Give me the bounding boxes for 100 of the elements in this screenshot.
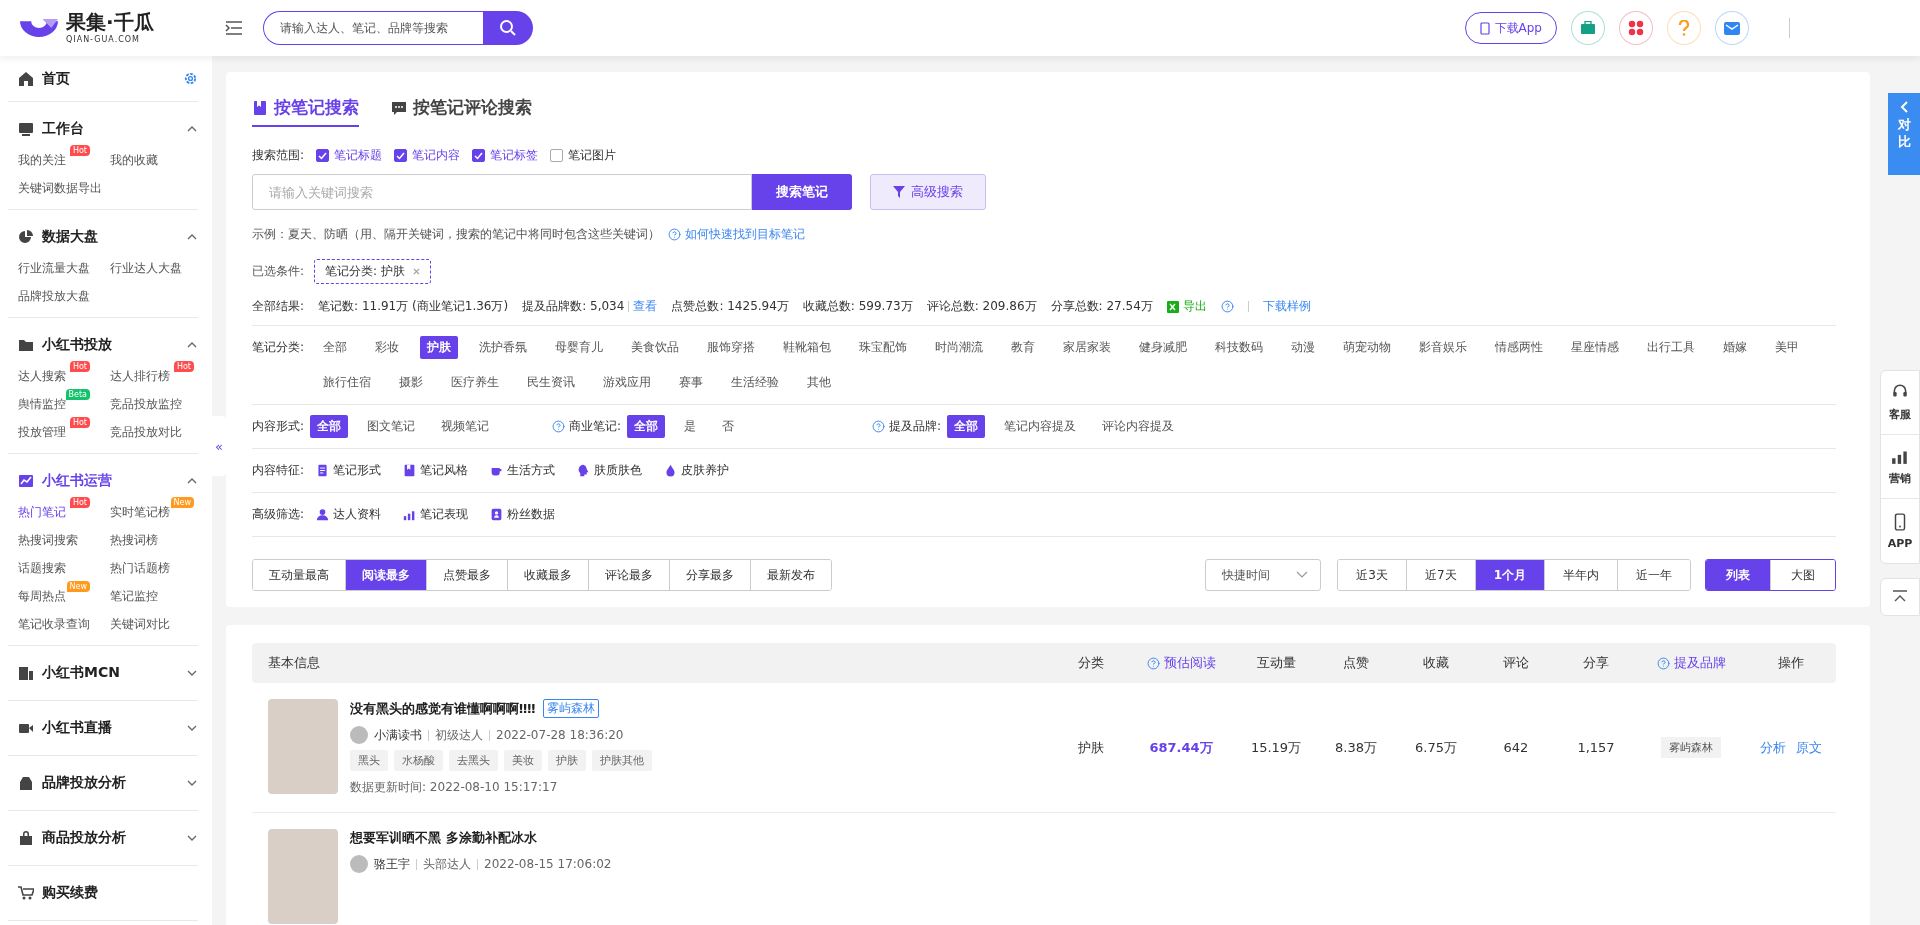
menu-item[interactable]: 笔记收录查询 [18, 616, 90, 633]
menu-icon[interactable] [225, 20, 243, 36]
note-title[interactable]: 想要军训晒不黑 多涂勤补配冰水 [350, 829, 537, 847]
filter-option[interactable]: 全部 [310, 415, 349, 438]
search-button[interactable] [483, 11, 533, 45]
search-notes-button[interactable]: 搜索笔记 [752, 174, 852, 210]
category-option[interactable]: 婚嫁 [1716, 336, 1755, 359]
category-option[interactable]: 摄影 [392, 371, 431, 394]
collapse-button[interactable]: « [212, 416, 226, 476]
category-option[interactable]: 生活经验 [724, 371, 787, 394]
category-option[interactable]: 民生资讯 [520, 371, 583, 394]
menu-item[interactable]: 热门话题榜 [110, 560, 170, 577]
filter-option[interactable]: 全部 [947, 415, 986, 438]
feature-filter[interactable]: 皮肤养护 [658, 461, 736, 480]
menu-section-title[interactable]: 商品投放分析 [42, 829, 126, 847]
search-tab[interactable]: 按笔记评论搜索 [391, 90, 532, 127]
filter-option[interactable]: 否 [715, 415, 742, 438]
menu-section-title[interactable]: 小红书直播 [42, 719, 112, 737]
category-option[interactable]: 鞋靴箱包 [776, 336, 839, 359]
settings-icon[interactable] [183, 71, 198, 86]
tool-button[interactable]: 营销 [1881, 435, 1919, 499]
menu-item[interactable]: 行业达人大盘 [110, 260, 182, 277]
view-toggle[interactable]: 大图 [1770, 560, 1835, 590]
category-option[interactable]: 萌宠动物 [1336, 336, 1399, 359]
category-option[interactable]: 美甲 [1768, 336, 1807, 359]
tool-button[interactable]: 客服 [1881, 371, 1919, 435]
menu-item[interactable]: 竞品投放监控 [110, 396, 182, 413]
menu-section-title[interactable]: 小红书运营 [42, 472, 112, 490]
back-to-top-button[interactable] [1880, 578, 1920, 616]
category-option[interactable]: 珠宝配饰 [852, 336, 915, 359]
download-sample-link[interactable]: 下载样例 [1262, 298, 1311, 315]
filter-option[interactable]: 评论内容提及 [1095, 415, 1182, 438]
menu-section-title[interactable]: 小红书MCN [42, 664, 120, 682]
help-link[interactable]: 如何快速找到目标笔记 [668, 226, 805, 243]
category-option[interactable]: 其他 [800, 371, 839, 394]
menu-item[interactable]: 舆情监控 [18, 396, 66, 413]
feature-filter[interactable]: 笔记形式 [310, 461, 388, 480]
category-option[interactable]: 旅行住宿 [316, 371, 379, 394]
briefcase-button[interactable] [1571, 11, 1605, 45]
menu-item[interactable]: 我的关注 [18, 152, 66, 169]
view-link[interactable]: 查看 [633, 298, 658, 315]
quick-time-select[interactable]: 快捷时间 [1205, 559, 1322, 591]
feature-filter[interactable]: 生活方式 [484, 461, 562, 480]
category-option[interactable]: 影音娱乐 [1412, 336, 1475, 359]
category-option[interactable]: 时尚潮流 [928, 336, 991, 359]
filter-option[interactable]: 是 [677, 415, 704, 438]
search-tab[interactable]: 按笔记搜索 [252, 90, 359, 127]
menu-item[interactable]: 达人搜索 [18, 368, 66, 385]
apps-button[interactable] [1619, 11, 1653, 45]
category-option[interactable]: 出行工具 [1640, 336, 1703, 359]
tool-button[interactable]: APP [1881, 499, 1919, 563]
menu-item[interactable]: 竞品投放对比 [110, 424, 182, 441]
category-option[interactable]: 服饰穿搭 [700, 336, 763, 359]
help-button[interactable] [1667, 11, 1701, 45]
menu-item[interactable]: 实时笔记榜 [110, 504, 170, 521]
menu-item[interactable]: 达人排行榜 [110, 368, 170, 385]
category-option[interactable]: 赛事 [672, 371, 711, 394]
category-option[interactable]: 家居家装 [1056, 336, 1119, 359]
checkbox[interactable] [394, 149, 408, 162]
author-name[interactable]: 小满读书 [374, 726, 422, 744]
menu-item[interactable]: 热搜词搜索 [18, 532, 78, 549]
menu-section-title[interactable]: 购买续费 [42, 884, 98, 902]
menu-item[interactable]: 我的收藏 [110, 152, 158, 169]
menu-section-title[interactable]: 工作台 [42, 120, 84, 138]
category-option[interactable]: 洗护香氛 [472, 336, 535, 359]
advanced-filter[interactable]: 达人资料 [310, 505, 388, 524]
category-option[interactable]: 游戏应用 [596, 371, 659, 394]
category-option[interactable]: 情感两性 [1488, 336, 1551, 359]
menu-item[interactable]: 热搜词榜 [110, 532, 158, 549]
menu-section-title[interactable]: 小红书投放 [42, 336, 112, 354]
category-option[interactable]: 美食饮品 [624, 336, 687, 359]
advanced-search-button[interactable]: 高级搜索 [870, 174, 986, 210]
author-name[interactable]: 骆王宇 [374, 855, 410, 873]
menu-item[interactable]: 关键词对比 [110, 616, 170, 633]
menu-item[interactable]: 品牌投放大盘 [18, 288, 90, 305]
filter-option[interactable]: 全部 [627, 415, 666, 438]
sort-button[interactable]: 阅读最多 [345, 560, 426, 590]
category-option[interactable]: 教育 [1004, 336, 1043, 359]
menu-item[interactable]: 每周热点 [18, 588, 66, 605]
menu-item[interactable]: 关键词数据导出 [18, 180, 102, 197]
filter-option[interactable]: 图文笔记 [360, 415, 423, 438]
keyword-field[interactable]: 请输入关键词搜索 [252, 174, 752, 210]
category-option[interactable]: 医疗养生 [444, 371, 507, 394]
action-link[interactable]: 原文 [1796, 738, 1822, 757]
checkbox[interactable] [550, 149, 564, 162]
message-button[interactable] [1715, 11, 1749, 45]
download-app-button[interactable]: 下载App [1464, 12, 1557, 44]
category-option[interactable]: 全部 [316, 336, 355, 359]
advanced-filter[interactable]: 粉丝数据 [484, 505, 562, 524]
menu-item[interactable]: 行业流量大盘 [18, 260, 90, 277]
filter-option[interactable]: 笔记内容提及 [997, 415, 1084, 438]
menu-item[interactable]: 热门笔记 [18, 504, 66, 521]
action-link[interactable]: 分析 [1760, 738, 1786, 757]
checkbox[interactable] [316, 149, 330, 162]
category-option[interactable]: 星座情感 [1564, 336, 1627, 359]
category-option[interactable]: 护肤 [420, 336, 459, 359]
search-field[interactable]: 请输入达人、笔记、品牌等搜索 [263, 11, 483, 45]
advanced-filter[interactable]: 笔记表现 [397, 505, 475, 524]
feature-filter[interactable]: 笔记风格 [397, 461, 475, 480]
menu-section-title[interactable]: 品牌投放分析 [42, 774, 126, 792]
